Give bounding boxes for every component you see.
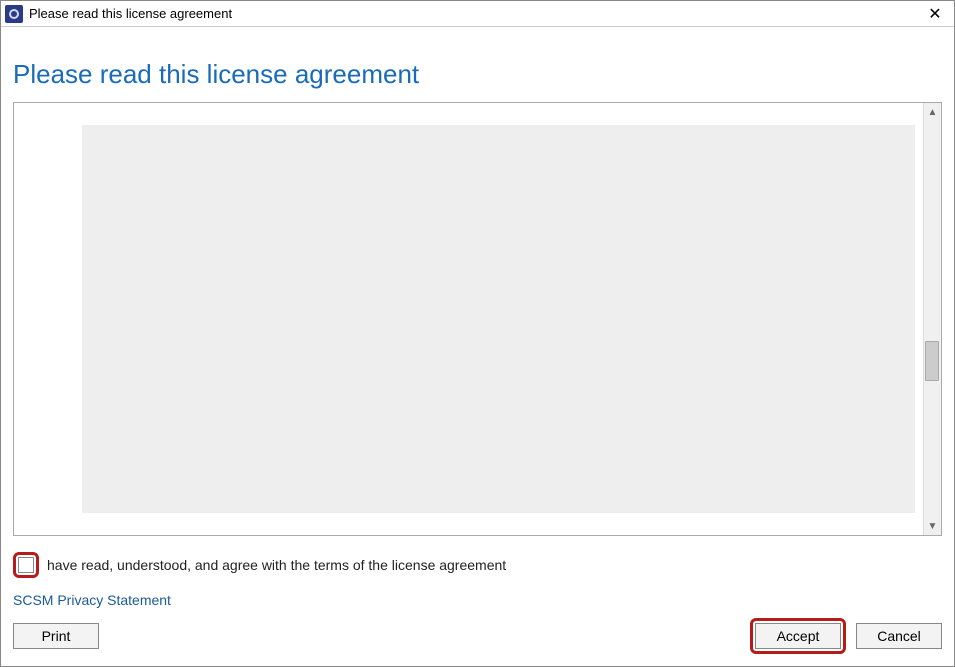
app-icon	[5, 5, 23, 23]
privacy-link[interactable]: SCSM Privacy Statement	[13, 592, 942, 608]
page-heading: Please read this license agreement	[13, 59, 942, 90]
accept-button[interactable]: Accept	[755, 623, 841, 649]
agree-label: have read, understood, and agree with th…	[47, 557, 506, 573]
window-title: Please read this license agreement	[29, 6, 920, 21]
checkbox-highlight	[13, 552, 39, 578]
scroll-down-icon[interactable]: ▼	[924, 517, 941, 535]
scroll-up-icon[interactable]: ▲	[924, 103, 941, 121]
print-button[interactable]: Print	[13, 623, 99, 649]
cancel-button[interactable]: Cancel	[856, 623, 942, 649]
scrollbar[interactable]: ▲ ▼	[923, 103, 941, 535]
license-text-box: ▲ ▼	[13, 102, 942, 536]
agree-row: have read, understood, and agree with th…	[13, 552, 942, 578]
license-text-area[interactable]	[82, 125, 915, 513]
agree-checkbox[interactable]	[18, 557, 34, 573]
button-row: Print Accept Cancel	[13, 618, 942, 654]
scroll-thumb[interactable]	[925, 341, 939, 381]
titlebar: Please read this license agreement ✕	[1, 1, 954, 27]
license-dialog: Please read this license agreement ✕ Ple…	[0, 0, 955, 667]
accept-highlight: Accept	[750, 618, 846, 654]
close-icon[interactable]: ✕	[920, 2, 950, 26]
dialog-content: Please read this license agreement ▲ ▼ h…	[1, 27, 954, 666]
